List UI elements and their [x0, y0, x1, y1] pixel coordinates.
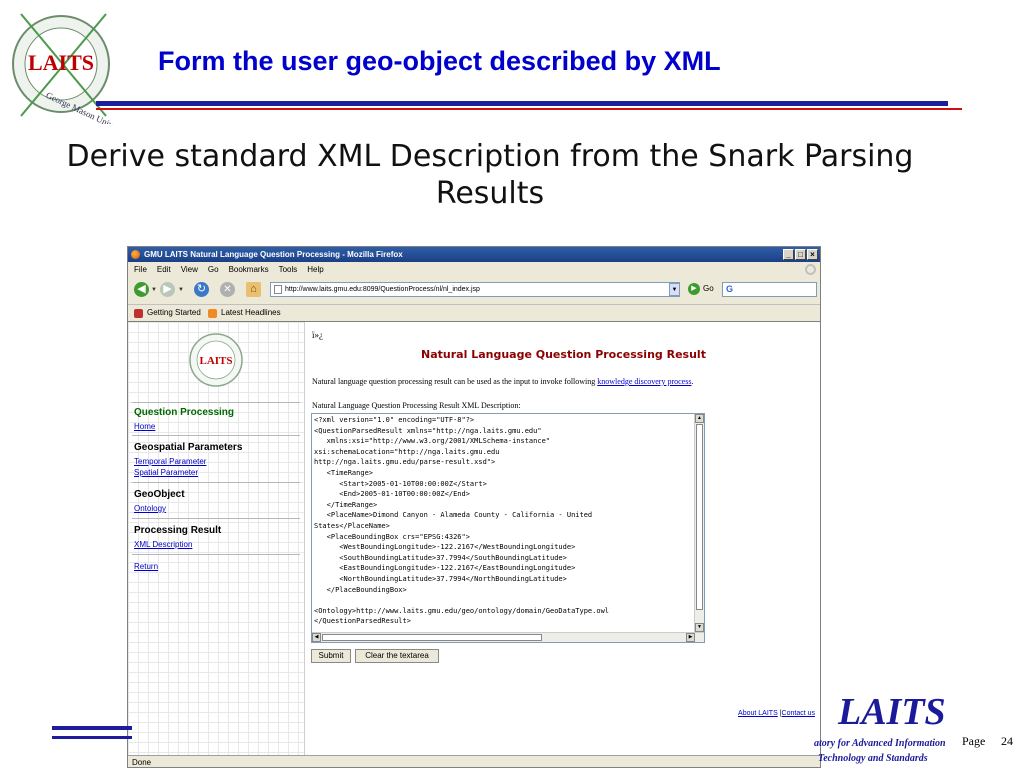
textarea-horizontal-scrollbar[interactable]: ◀ ▶ [312, 632, 704, 642]
title-rule [96, 101, 948, 106]
sidebar-link-spatial-parameter[interactable]: Spatial Parameter [134, 468, 198, 477]
menu-go[interactable]: Go [208, 262, 219, 277]
bookmark-label: Getting Started [147, 308, 201, 317]
minimize-button[interactable]: _ [783, 249, 794, 260]
laits-logo: LAITS George Mason University [12, 13, 126, 124]
xml-textarea-content: <?xml version="1.0" encoding="UTF-8"?> <… [314, 416, 610, 626]
url-text: http://www.laits.gmu.edu:8099/QuestionPr… [285, 286, 480, 293]
menu-view[interactable]: View [181, 262, 198, 277]
home-icon[interactable]: ⌂ [246, 282, 261, 297]
close-button[interactable]: × [807, 249, 818, 260]
contact-us-link[interactable]: Contact us [782, 710, 815, 717]
about-laits-link[interactable]: About LAITS [738, 710, 778, 717]
logo-text: LAITS [28, 50, 94, 75]
stop-icon[interactable]: ✕ [220, 282, 235, 297]
intro-paragraph: Natural language question processing res… [312, 377, 693, 386]
footer-rule [52, 736, 132, 739]
bookmarks-toolbar: Getting Started Latest Headlines [128, 304, 820, 320]
slide-subtitle: Derive standard XML Description from the… [66, 139, 914, 211]
sidebar-divider [132, 518, 300, 519]
footer-brand: LAITS [838, 691, 946, 733]
sidebar-link-return[interactable]: Return [134, 562, 158, 571]
menu-bar: File Edit View Go Bookmarks Tools Help [128, 262, 820, 277]
intro-end: . [691, 377, 694, 386]
scroll-up-icon[interactable]: ▲ [695, 414, 704, 423]
xml-description-label: Natural Language Question Processing Res… [312, 401, 521, 410]
knowledge-discovery-link[interactable]: knowledge discovery process [597, 377, 691, 386]
slide-title: Form the user geo-object described by XM… [158, 46, 721, 76]
menu-tools[interactable]: Tools [279, 262, 298, 277]
address-bar[interactable]: http://www.laits.gmu.edu:8099/QuestionPr… [270, 282, 680, 297]
scroll-down-icon[interactable]: ▼ [695, 623, 704, 632]
go-icon[interactable]: ▶ [688, 283, 700, 295]
scroll-left-icon[interactable]: ◀ [312, 633, 321, 642]
page-number: 24 [1001, 734, 1013, 748]
page-footer-links: About LAITS |Contact us [738, 710, 815, 717]
bookmark-icon [134, 308, 143, 318]
sidebar-link-temporal-parameter[interactable]: Temporal Parameter [134, 457, 206, 466]
main-content: ï»¿ Natural Language Question Processing… [306, 322, 820, 755]
navigation-toolbar: ◀ ▼ ▶ ▼ ↻ ✕ ⌂ http://www.laits.gmu.edu:8… [128, 277, 820, 301]
horizontal-scroll-thumb[interactable] [322, 634, 542, 641]
bookmark-label: Latest Headlines [221, 308, 281, 317]
footer-org-line-2: Technology and Standards [818, 753, 928, 764]
window-title: GMU LAITS Natural Language Question Proc… [144, 250, 403, 259]
search-input[interactable]: G [722, 282, 817, 297]
menu-file[interactable]: File [134, 262, 147, 277]
section-processing-result: Processing Result [134, 525, 222, 536]
page-icon [274, 285, 282, 294]
submit-button[interactable]: Submit [311, 649, 351, 663]
footer-organization: atory for Advanced Information Technolog… [814, 736, 974, 766]
search-engine-icon[interactable]: G [726, 284, 733, 294]
result-heading: Natural Language Question Processing Res… [421, 348, 706, 361]
menu-help[interactable]: Help [307, 262, 323, 277]
window-titlebar: GMU LAITS Natural Language Question Proc… [128, 247, 820, 262]
throbber-icon [805, 264, 816, 275]
menu-edit[interactable]: Edit [157, 262, 171, 277]
bookmark-getting-started[interactable]: Getting Started [134, 305, 201, 321]
footer-org-line-1: atory for Advanced Information [814, 738, 946, 749]
sidebar-link-ontology[interactable]: Ontology [134, 504, 166, 513]
reload-icon[interactable]: ↻ [194, 282, 209, 297]
sidebar-divider [132, 435, 300, 436]
intro-text: Natural language question processing res… [312, 377, 596, 386]
maximize-button[interactable]: □ [795, 249, 806, 260]
sidebar-divider [132, 554, 300, 555]
go-button[interactable]: Go [703, 284, 714, 293]
page-label: Page [962, 734, 986, 748]
clear-textarea-button[interactable]: Clear the textarea [355, 649, 439, 663]
page-viewport: LAITS Question Processing Home Geospatia… [128, 321, 820, 755]
status-bar: Done [128, 755, 820, 767]
section-question-processing: Question Processing [134, 407, 235, 418]
sidebar: LAITS Question Processing Home Geospatia… [128, 322, 305, 755]
scroll-right-icon[interactable]: ▶ [686, 633, 695, 642]
bookmark-latest-headlines[interactable]: Latest Headlines [208, 305, 281, 321]
firefox-icon [131, 250, 140, 259]
back-icon[interactable]: ◀ [134, 282, 149, 297]
section-geospatial-parameters: Geospatial Parameters [134, 442, 243, 453]
encoding-artifact-text: ï»¿ [312, 330, 323, 340]
sidebar-laits-logo: LAITS [189, 333, 243, 387]
section-geoobject: GeoObject [134, 489, 185, 500]
title-rule-accent [96, 108, 962, 110]
textarea-vertical-scrollbar[interactable]: ▲ ▼ [694, 414, 704, 632]
sidebar-divider [132, 402, 300, 403]
sidebar-link-home[interactable]: Home [134, 422, 155, 431]
footer-rule [52, 726, 132, 730]
url-dropdown-icon[interactable]: ▼ [669, 283, 680, 296]
back-dropdown-icon[interactable]: ▼ [151, 287, 157, 293]
menu-bookmarks[interactable]: Bookmarks [229, 262, 269, 277]
browser-window: GMU LAITS Natural Language Question Proc… [127, 246, 821, 768]
sidebar-link-xml-description[interactable]: XML Description [134, 540, 192, 549]
rss-icon [208, 308, 217, 318]
xml-textarea[interactable]: <?xml version="1.0" encoding="UTF-8"?> <… [311, 413, 705, 643]
forward-dropdown-icon[interactable]: ▼ [178, 287, 184, 293]
sidebar-logo-text: LAITS [199, 355, 232, 367]
vertical-scroll-thumb[interactable] [696, 424, 703, 610]
forward-icon[interactable]: ▶ [160, 282, 175, 297]
sidebar-divider [132, 482, 300, 483]
